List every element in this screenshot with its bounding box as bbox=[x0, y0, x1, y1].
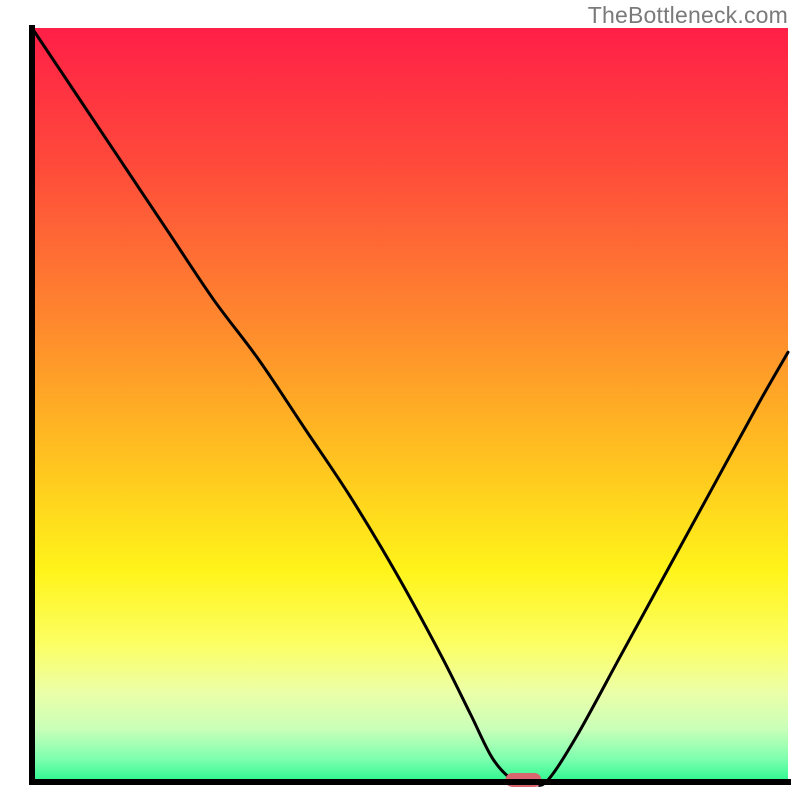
chart-container: TheBottleneck.com bbox=[0, 0, 800, 800]
watermark-text: TheBottleneck.com bbox=[588, 2, 788, 29]
chart-background bbox=[32, 28, 788, 782]
bottleneck-chart bbox=[0, 0, 800, 800]
